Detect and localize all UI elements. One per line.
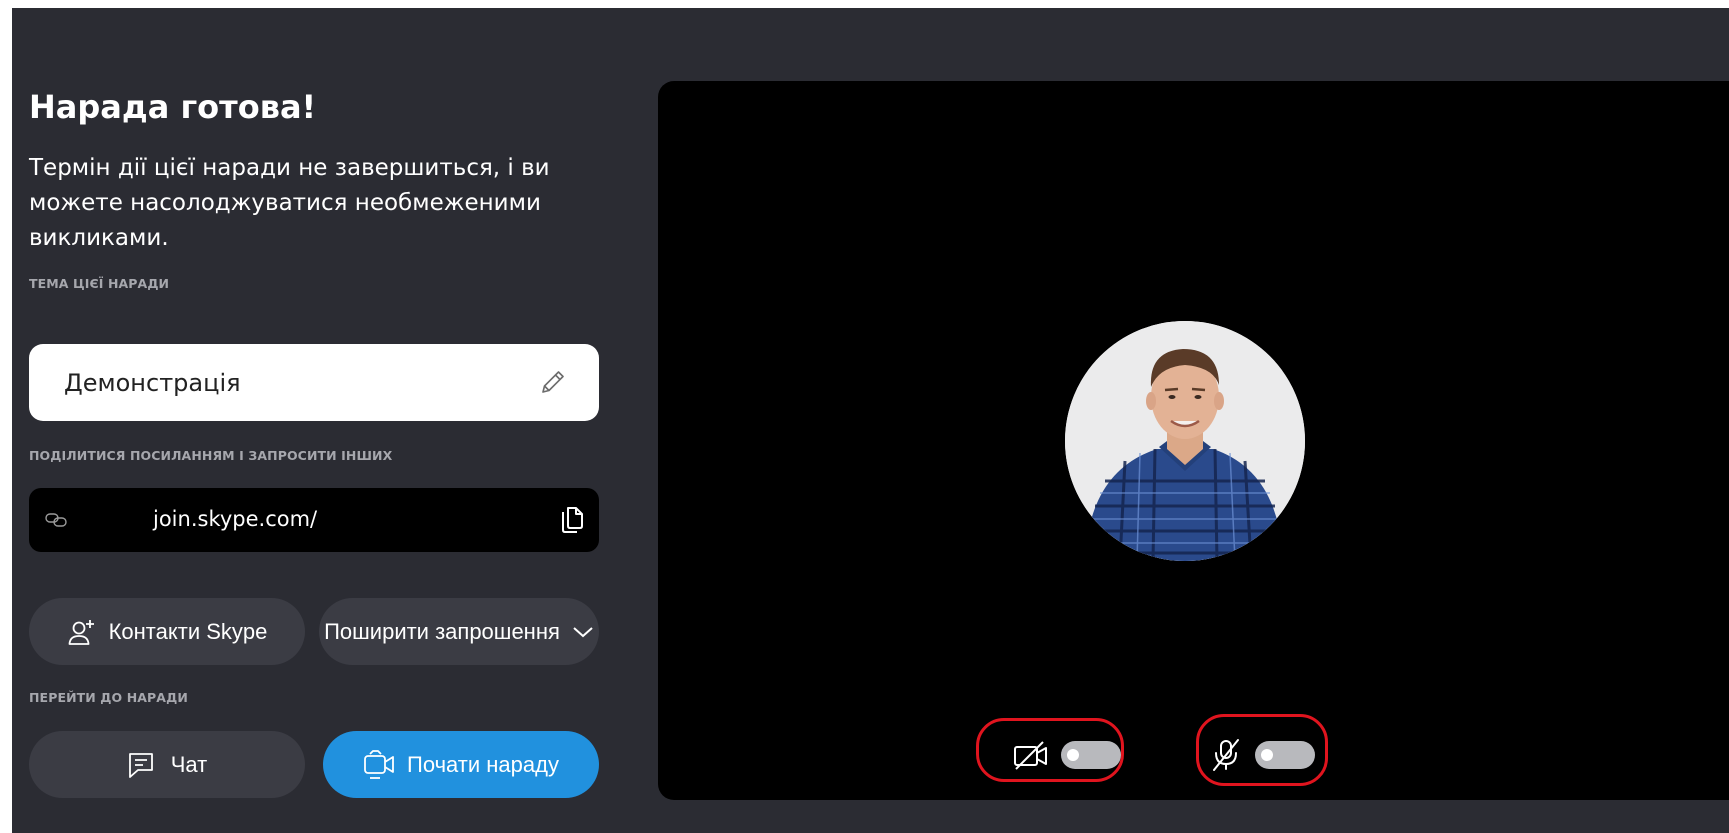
link-icon	[45, 513, 67, 527]
mic-toggle-group	[1209, 739, 1315, 771]
chat-icon	[128, 752, 153, 778]
chat-label: Чат	[170, 751, 208, 777]
mic-toggle[interactable]	[1255, 741, 1315, 769]
share-invite-dropdown[interactable]: Поширити запрошення	[319, 598, 599, 665]
meeting-setup-window: Нарада готова! Термін дії цієї наради не…	[12, 8, 1729, 833]
add-contact-icon	[68, 619, 94, 645]
video-preview	[658, 81, 1729, 800]
video-camera-icon	[364, 749, 394, 779]
chevron-down-icon	[573, 626, 593, 637]
meeting-link-text[interactable]: join.skype.com/	[153, 507, 317, 531]
start-meeting-label: Почати нараду	[407, 751, 559, 777]
join-label: ПЕРЕЙТИ ДО НАРАДИ	[29, 690, 188, 705]
meeting-info-panel: Нарада готова! Термін дії цієї наради не…	[29, 8, 601, 833]
meeting-link-field[interactable]: join.skype.com/	[29, 488, 599, 552]
meeting-description: Термін дії цієї наради не завершиться, і…	[29, 155, 550, 251]
camera-toggle[interactable]	[1061, 741, 1121, 769]
user-avatar	[1065, 321, 1305, 561]
mic-off-icon	[1213, 739, 1239, 771]
meeting-topic-field[interactable]: Демонстрація	[29, 344, 599, 421]
topic-label: ТЕМА ЦІЄЇ НАРАДИ	[29, 276, 170, 291]
share-invite-label: Поширити запрошення	[324, 618, 560, 644]
camera-off-icon	[1014, 741, 1047, 770]
pencil-icon[interactable]	[537, 366, 569, 398]
skype-contacts-button[interactable]: Контакти Skype	[29, 598, 305, 665]
start-meeting-button[interactable]: Почати нараду	[323, 731, 599, 798]
chat-button[interactable]: Чат	[29, 731, 305, 798]
toggle-knob	[1067, 749, 1079, 761]
camera-toggle-group	[1013, 739, 1121, 771]
skype-contacts-label: Контакти Skype	[108, 618, 268, 644]
copy-icon[interactable]	[559, 505, 585, 535]
toggle-knob	[1261, 749, 1273, 761]
meeting-topic-value: Демонстрація	[64, 369, 241, 397]
share-label: ПОДІЛИТИСЯ ПОСИЛАННЯМ І ЗАПРОСИТИ ІНШИХ	[29, 448, 393, 463]
meeting-title: Нарада готова!	[29, 88, 317, 126]
